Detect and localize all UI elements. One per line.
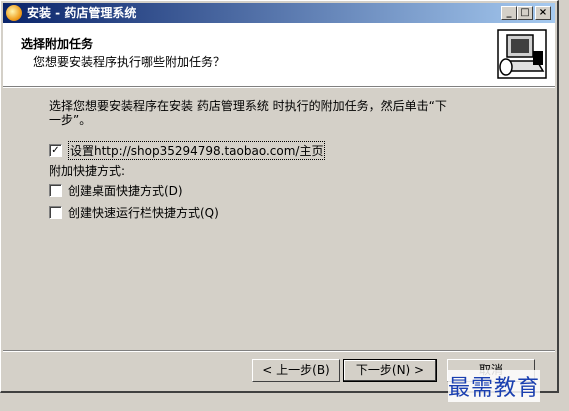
homepage-task-row[interactable]: ✓ 设置http://shop35294798.taobao.com/主页 (49, 140, 326, 160)
installer-computer-icon (497, 29, 547, 79)
footer-divider (3, 350, 555, 352)
installer-window: 安装 - 药店管理系统 _ □ × 选择附加任务 您想要安装程序执行哪些附加任务… (0, 0, 559, 393)
close-button[interactable]: × (535, 6, 551, 20)
desktop-shortcut-checkbox[interactable] (49, 183, 62, 197)
quicklaunch-shortcut-checkbox[interactable] (49, 205, 62, 219)
shortcuts-group-label: 附加快捷方式: (49, 163, 126, 178)
quicklaunch-shortcut-label[interactable]: 创建快速运行栏快捷方式(Q) (68, 204, 219, 221)
next-button[interactable]: 下一步(N) > (343, 359, 437, 382)
title-bar[interactable]: 安装 - 药店管理系统 _ □ × (3, 3, 555, 23)
back-button[interactable]: < 上一步(B) (252, 359, 340, 382)
homepage-task-label[interactable]: 设置http://shop35294798.taobao.com/主页 (68, 140, 326, 160)
task-description: 选择您想要安装程序在安装 药店管理系统 时执行的附加任务，然后单击“下 一步”。 (49, 99, 519, 127)
wizard-content: 选择您想要安装程序在安装 药店管理系统 时执行的附加任务，然后单击“下 一步”。… (49, 99, 519, 220)
minimize-button[interactable]: _ (501, 6, 517, 20)
quicklaunch-shortcut-row[interactable]: 创建快速运行栏快捷方式(Q) (49, 204, 219, 220)
page-subtitle: 您想要安装程序执行哪些附加任务？ (33, 55, 226, 69)
description-line-1: 选择您想要安装程序在安装 药店管理系统 时执行的附加任务，然后单击“下 (49, 99, 447, 113)
page-title: 选择附加任务 (21, 37, 94, 51)
homepage-checkbox[interactable]: ✓ (49, 143, 62, 157)
window-title: 安装 - 药店管理系统 (27, 6, 137, 20)
maximize-button[interactable]: □ (517, 6, 533, 20)
desktop-shortcut-label[interactable]: 创建桌面快捷方式(D) (68, 182, 183, 199)
header-divider (3, 87, 555, 88)
desktop-shortcut-row[interactable]: 创建桌面快捷方式(D) (49, 182, 183, 198)
description-line-2: 一步”。 (49, 113, 92, 127)
app-icon (6, 5, 22, 21)
watermark-text: 最需教育 (448, 370, 541, 402)
wizard-header: 选择附加任务 您想要安装程序执行哪些附加任务？ (3, 23, 555, 87)
